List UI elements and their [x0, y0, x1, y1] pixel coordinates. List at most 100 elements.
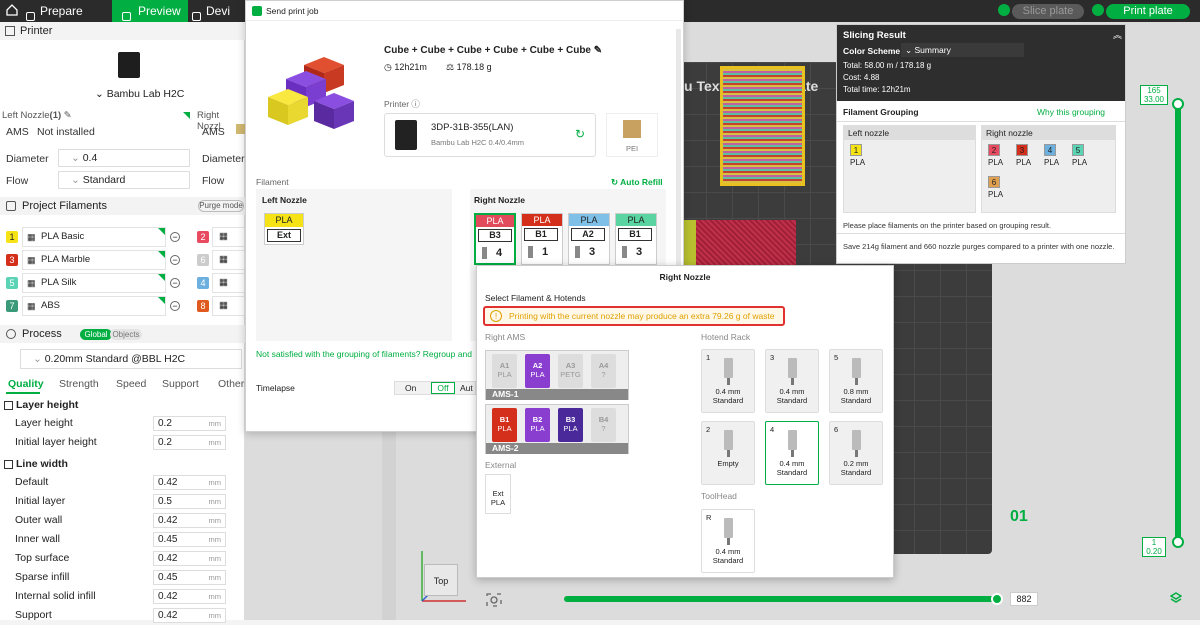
- diameter-field[interactable]: ⌄ 0.4: [58, 149, 190, 167]
- ams-slot[interactable]: A2 PLA: [525, 354, 550, 388]
- hotend-slot[interactable]: 5 0.8 mm Standard: [829, 349, 883, 413]
- filament-row[interactable]: ▦: [212, 273, 245, 293]
- ams-slot[interactable]: B4?: [591, 408, 616, 442]
- hotend-slot[interactable]: 2 Empty: [701, 421, 755, 485]
- nozzle-icon: [482, 247, 487, 259]
- collapse-icon[interactable]: ︽: [1113, 28, 1122, 41]
- right-filament-chip[interactable]: PLA B1 3: [615, 213, 657, 265]
- remove-filament-icon[interactable]: −: [170, 232, 180, 242]
- flow-field[interactable]: ⌄ Standard: [58, 171, 190, 189]
- filament-row[interactable]: ▦: [212, 227, 245, 247]
- slice-plate-button[interactable]: Slice plate: [1012, 4, 1084, 19]
- layer-slider-track[interactable]: [1175, 100, 1181, 540]
- tab-quality[interactable]: Quality: [8, 378, 44, 390]
- param-input[interactable]: 0.42 mm: [153, 513, 226, 528]
- tab-prepare[interactable]: Prepare: [22, 0, 112, 22]
- printer-card[interactable]: 3DP-31B-355(LAN) Bambu Lab H2C 0.4/0.4mm…: [384, 113, 596, 157]
- remove-filament-icon[interactable]: −: [170, 301, 180, 311]
- app-logo-icon: [252, 6, 262, 16]
- filament-slot-number[interactable]: 7: [6, 300, 18, 312]
- plate-type-card[interactable]: PEI: [606, 113, 658, 157]
- tab-strength[interactable]: Strength: [59, 378, 99, 390]
- timelapse-auto[interactable]: Aut: [460, 383, 473, 393]
- ams-slot[interactable]: A4?: [591, 354, 616, 388]
- tab-device[interactable]: Devi: [188, 0, 248, 22]
- purge-mode-button[interactable]: Purge mode: [198, 200, 244, 212]
- ams-slot[interactable]: B2 PLA: [525, 408, 550, 442]
- layer-slider-bottom-handle[interactable]: [1172, 536, 1184, 548]
- remove-filament-icon[interactable]: −: [170, 278, 180, 288]
- param-input[interactable]: 0.42 mm: [153, 608, 226, 623]
- refresh-icon[interactable]: ↻: [575, 127, 585, 141]
- left-filament-chip[interactable]: PLA Ext: [264, 213, 304, 245]
- filament-row[interactable]: ▦ PLA Basic: [22, 227, 166, 247]
- right-nozzle-corner-icon: [183, 112, 190, 119]
- param-input[interactable]: 0.2 mm: [153, 435, 226, 450]
- slice-toggle-icon[interactable]: [998, 4, 1010, 16]
- why-grouping-link[interactable]: Why this grouping: [1037, 107, 1105, 117]
- filament-slot-number[interactable]: 8: [197, 300, 209, 312]
- timelapse-off[interactable]: Off: [431, 382, 455, 394]
- filament-row[interactable]: ▦ ABS: [22, 296, 166, 316]
- hotend-slot[interactable]: 4 0.4 mm Standard: [765, 421, 819, 485]
- nozzle-icon: [724, 358, 733, 378]
- param-input[interactable]: 0.5 mm: [153, 494, 226, 509]
- filament-row[interactable]: ▦ PLA Marble: [22, 250, 166, 270]
- param-input[interactable]: 0.45 mm: [153, 532, 226, 547]
- right-filament-chip[interactable]: PLA B1 1: [521, 213, 563, 265]
- select-label: Select Filament & Hotends: [485, 293, 586, 303]
- hotend-slot[interactable]: 6 0.2 mm Standard: [829, 421, 883, 485]
- layers-icon[interactable]: [1169, 592, 1183, 604]
- filament-label: Filament: [256, 177, 289, 187]
- gcode-progress-handle[interactable]: [991, 593, 1003, 605]
- param-input[interactable]: 0.2 mm: [153, 416, 226, 431]
- filament-slot-number[interactable]: 3: [6, 254, 18, 266]
- filament-slot-number[interactable]: 2: [197, 231, 209, 243]
- gcode-progress-track[interactable]: [564, 596, 998, 602]
- toolhead-slot[interactable]: R 0.4 mm Standard: [701, 509, 755, 573]
- filament-row[interactable]: ▦ PLA Silk: [22, 273, 166, 293]
- param-input[interactable]: 0.42 mm: [153, 475, 226, 490]
- printer-icon: [5, 26, 15, 36]
- ams-slot[interactable]: B1 PLA: [492, 408, 517, 442]
- process-preset-select[interactable]: ⌄ 0.20mm Standard @BBL H2C: [20, 349, 242, 369]
- ams-slot[interactable]: A3 PETG: [558, 354, 583, 388]
- param-input[interactable]: 0.42 mm: [153, 551, 226, 566]
- filament-row[interactable]: ▦: [212, 250, 245, 270]
- filament-slot-number[interactable]: 4: [197, 277, 209, 289]
- printer-select[interactable]: ⌄ Bambu Lab H2C: [95, 88, 185, 100]
- camera-fit-icon[interactable]: [485, 592, 503, 608]
- printer-section-header: Printer: [0, 22, 245, 40]
- ams-slot[interactable]: B3 PLA: [558, 408, 583, 442]
- help-icon[interactable]: ⓘ: [411, 99, 420, 109]
- param-input[interactable]: 0.45 mm: [153, 570, 226, 585]
- view-cube[interactable]: Top: [424, 564, 458, 596]
- timelapse-on[interactable]: On: [405, 383, 416, 393]
- print-plate-button[interactable]: Print plate: [1106, 4, 1190, 19]
- regroup-link[interactable]: Not satisfied with the grouping of filam…: [256, 349, 472, 359]
- tab-speed[interactable]: Speed: [116, 378, 146, 390]
- hotend-slot[interactable]: 1 0.4 mm Standard: [701, 349, 755, 413]
- layer-slider-top-handle[interactable]: [1172, 98, 1184, 110]
- param-input[interactable]: 0.42 mm: [153, 589, 226, 604]
- color-scheme-select[interactable]: ⌄ Summary: [901, 43, 1024, 57]
- edit-icon[interactable]: ✎: [594, 45, 602, 56]
- right-filament-chip[interactable]: PLA B3 4: [474, 213, 516, 265]
- process-objects-toggle[interactable]: Objects: [110, 329, 142, 340]
- tab-preview[interactable]: Preview: [112, 0, 188, 22]
- print-toggle-icon[interactable]: [1092, 4, 1104, 16]
- right-filament-chip[interactable]: PLA A2 3: [568, 213, 610, 265]
- filament-slot-number[interactable]: 5: [6, 277, 18, 289]
- external-slot[interactable]: Ext PLA: [485, 474, 511, 514]
- tab-support[interactable]: Support: [162, 378, 199, 390]
- hotend-slot[interactable]: 3 0.4 mm Standard: [765, 349, 819, 413]
- edit-icon[interactable]: ✎: [64, 110, 72, 121]
- auto-refill-toggle[interactable]: ↻ Auto Refill: [611, 177, 663, 188]
- process-global-toggle[interactable]: Global: [80, 329, 112, 340]
- filament-slot-number[interactable]: 1: [6, 231, 18, 243]
- ams-slot[interactable]: A1 PLA: [492, 354, 517, 388]
- remove-filament-icon[interactable]: −: [170, 255, 180, 265]
- filament-slot-number[interactable]: 6: [197, 254, 209, 266]
- home-icon[interactable]: [6, 4, 18, 16]
- filament-row[interactable]: ▦: [212, 296, 245, 316]
